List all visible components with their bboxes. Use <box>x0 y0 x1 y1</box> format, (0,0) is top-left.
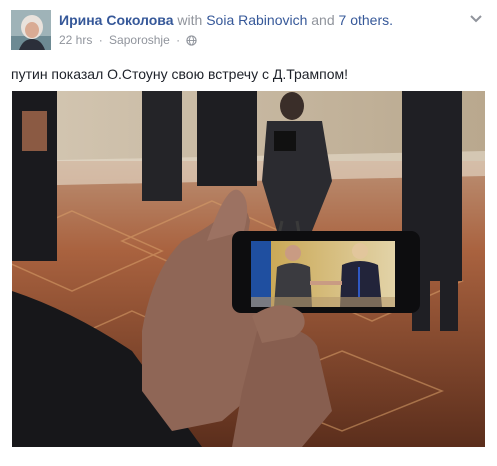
with-label: with <box>177 12 203 28</box>
meta-separator: · <box>98 33 103 47</box>
globe-icon[interactable] <box>186 35 198 46</box>
photo-image <box>12 91 485 447</box>
post-photo[interactable] <box>12 91 485 447</box>
author-avatar[interactable] <box>11 10 51 50</box>
chevron-down-icon[interactable] <box>469 14 483 24</box>
tagged-person-link[interactable]: Soia Rabinovich <box>206 12 307 28</box>
avatar-image <box>11 10 51 50</box>
others-link[interactable]: 7 others. <box>339 12 393 28</box>
meta-separator-2: · <box>176 33 181 47</box>
facebook-post: Ирина Соколова with Soia Rabinovich and … <box>0 0 497 466</box>
post-header: Ирина Соколова with Soia Rabinovich and … <box>59 11 393 29</box>
post-timestamp[interactable]: 22 hrs <box>59 33 92 47</box>
post-meta: 22 hrs · Saporoshje · <box>59 32 198 48</box>
author-name[interactable]: Ирина Соколова <box>59 12 174 28</box>
post-text: путин показал О.Стоуну свою встречу с Д.… <box>11 66 349 82</box>
phone-image <box>232 231 420 313</box>
post-location[interactable]: Saporoshje <box>109 33 170 47</box>
and-label: and <box>311 12 335 28</box>
